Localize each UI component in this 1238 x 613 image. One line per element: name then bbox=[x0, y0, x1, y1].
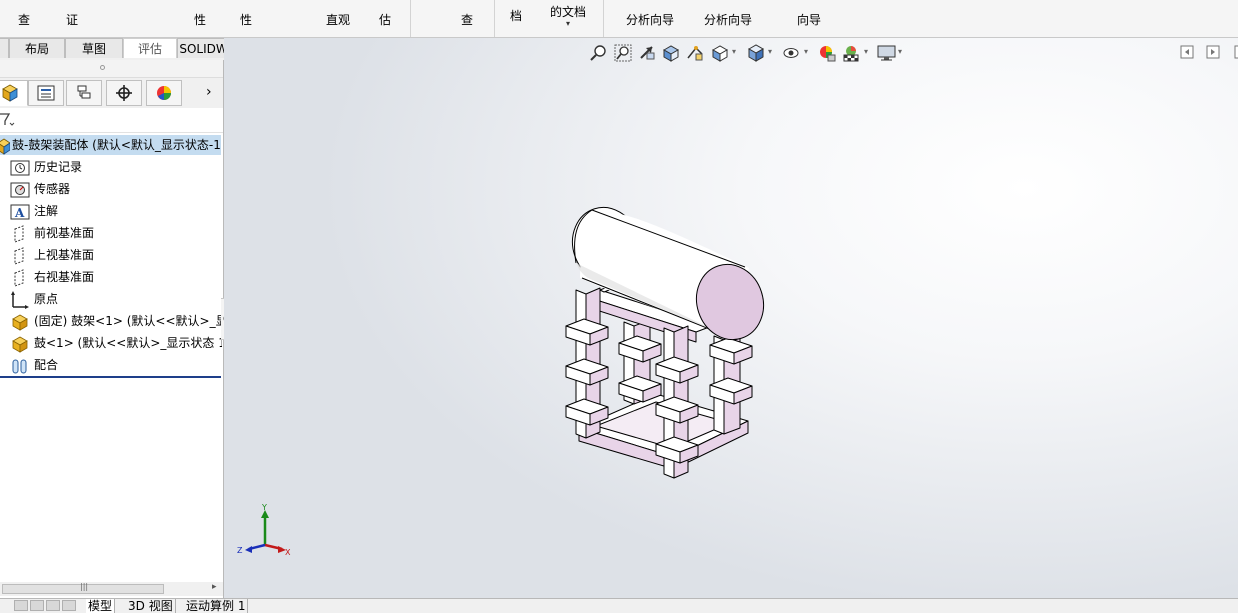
tree-item-label: 注解 bbox=[34, 204, 59, 218]
tree-root-assembly[interactable]: 鼓-鼓架装配体 (默认<默认_显示状态-1 bbox=[0, 135, 221, 155]
ribbon-button-1[interactable]: 查 bbox=[18, 0, 30, 28]
rollback-bar[interactable] bbox=[0, 376, 221, 378]
tree-item-top-plane[interactable]: 上视基准面 bbox=[10, 244, 222, 266]
filter-row bbox=[0, 108, 223, 133]
panel-grip[interactable] bbox=[0, 60, 223, 78]
3d-model-drum-stand[interactable] bbox=[224, 38, 1238, 600]
ribbon-button-12[interactable]: 向导 bbox=[797, 0, 821, 28]
plane-icon bbox=[14, 224, 24, 243]
tree-item-label: 传感器 bbox=[34, 182, 71, 196]
configuration-manager-tab[interactable] bbox=[66, 80, 102, 106]
tree-item-label: 右视基准面 bbox=[34, 270, 95, 284]
feature-tree: 鼓-鼓架装配体 (默认<默认_显示状态-1 历史记录 传感器 A 注解 前视基准… bbox=[0, 133, 223, 433]
tree-item-drum-stand[interactable]: (固定) 鼓架<1> (默认<<默认>_显示 bbox=[10, 310, 222, 332]
origin-icon bbox=[11, 290, 29, 309]
ribbon-separator bbox=[410, 0, 411, 37]
manager-tabs: › bbox=[0, 78, 223, 109]
tab-model[interactable]: 模型 bbox=[86, 599, 116, 613]
display-manager-icon bbox=[157, 86, 171, 100]
feature-manager-tab[interactable] bbox=[0, 80, 28, 106]
sensor-icon bbox=[10, 182, 30, 197]
tab-layout[interactable]: 布局 bbox=[9, 38, 65, 58]
ribbon-button-11[interactable]: 分析向导 bbox=[704, 0, 752, 28]
ribbon-button-9[interactable]: 的文档 bbox=[550, 0, 586, 20]
tree-item-drum[interactable]: 鼓<1> (默认<<默认>_显示状态 1> bbox=[10, 332, 222, 354]
assembly-icon bbox=[2, 84, 18, 102]
triad-y-label: Y bbox=[261, 503, 267, 512]
annotation-icon: A bbox=[10, 204, 30, 220]
tree-item-label: (固定) 鼓架<1> (默认<<默认>_显示 bbox=[34, 314, 222, 328]
tree-item-label: 原点 bbox=[34, 292, 59, 306]
scrollbar-grip: ||| bbox=[80, 582, 89, 591]
svg-text:A: A bbox=[14, 206, 25, 220]
next-tab-icon[interactable] bbox=[46, 600, 60, 611]
tree-item-mates[interactable]: 配合 bbox=[10, 354, 222, 376]
plane-icon bbox=[14, 268, 24, 287]
chevron-right-icon[interactable]: › bbox=[206, 84, 212, 100]
graphics-area[interactable]: ▾ ▾ ▾ ▾ ▾ Y X Z bbox=[224, 38, 1238, 600]
tab-sketch[interactable]: 草图 bbox=[65, 38, 123, 58]
mates-icon bbox=[12, 359, 27, 373]
ribbon-button-7[interactable]: 查 bbox=[461, 0, 473, 28]
dimxpert-tab[interactable] bbox=[106, 80, 142, 106]
ribbon-button-8[interactable]: 档 bbox=[510, 0, 522, 24]
tab-evaluate[interactable]: 评估 bbox=[123, 38, 177, 58]
plane-icon bbox=[14, 246, 24, 265]
crosshair-icon bbox=[116, 85, 132, 101]
ribbon-button-3[interactable]: 性 bbox=[194, 0, 206, 28]
previous-tab-icon[interactable] bbox=[30, 600, 44, 611]
tree-item-front-plane[interactable]: 前视基准面 bbox=[10, 222, 222, 244]
filter-icon[interactable] bbox=[0, 112, 16, 128]
ribbon-button-5[interactable]: 直观 bbox=[326, 0, 350, 28]
ribbon-button-2[interactable]: 证 bbox=[66, 0, 78, 28]
tab-hidden[interactable] bbox=[0, 38, 9, 58]
tree-item-label: 鼓<1> (默认<<默认>_显示状态 1> bbox=[34, 336, 222, 350]
horizontal-scrollbar[interactable]: ||| ▸ bbox=[0, 582, 223, 596]
part-icon bbox=[12, 336, 28, 353]
ribbon-separator bbox=[603, 0, 604, 37]
configuration-icon bbox=[77, 85, 91, 99]
tree-item-label: 前视基准面 bbox=[34, 226, 95, 240]
last-tab-icon[interactable] bbox=[62, 600, 76, 611]
tree-item-label: 上视基准面 bbox=[34, 248, 95, 262]
tab-3d-view[interactable]: 3D 视图 bbox=[126, 599, 176, 613]
assembly-icon bbox=[0, 138, 10, 155]
tree-root-label: 鼓-鼓架装配体 (默认<默认_显示状态-1 bbox=[12, 138, 221, 152]
first-tab-icon[interactable] bbox=[14, 600, 28, 611]
tree-item-sensors[interactable]: 传感器 bbox=[10, 178, 222, 200]
tree-item-label: 历史记录 bbox=[34, 160, 83, 174]
tree-item-label: 配合 bbox=[34, 358, 59, 372]
property-list-icon bbox=[37, 85, 55, 101]
part-icon bbox=[12, 314, 28, 331]
ribbon-separator bbox=[494, 0, 495, 37]
tab-motion-study-1[interactable]: 运动算例 1 bbox=[184, 599, 249, 613]
tree-item-annotations[interactable]: A 注解 bbox=[10, 200, 222, 222]
tree-item-history[interactable]: 历史记录 bbox=[10, 156, 222, 178]
history-icon bbox=[10, 160, 30, 175]
coordinate-triad: Y X Z bbox=[237, 503, 291, 557]
display-manager-tab[interactable] bbox=[146, 80, 182, 106]
scroll-right-icon[interactable]: ▸ bbox=[212, 582, 217, 592]
chevron-down-icon[interactable]: ▾ bbox=[566, 19, 570, 28]
command-ribbon: 查 证 性 性 直观 估 查 档 的文档 ▾ 分析向导 分析向导 向导 bbox=[0, 0, 1238, 38]
ribbon-button-4[interactable]: 性 bbox=[240, 0, 252, 28]
tree-item-right-plane[interactable]: 右视基准面 bbox=[10, 266, 222, 288]
property-manager-tab[interactable] bbox=[28, 80, 64, 106]
feature-manager-panel: › 鼓-鼓架装配体 (默认<默认_显示状态-1 历史记录 传感器 A 注解 前视… bbox=[0, 60, 224, 600]
ribbon-button-10[interactable]: 分析向导 bbox=[626, 0, 674, 28]
triad-z-label: Z bbox=[237, 546, 243, 555]
triad-x-label: X bbox=[285, 548, 291, 557]
tree-item-origin[interactable]: 原点 bbox=[10, 288, 222, 310]
ribbon-button-6[interactable]: 估 bbox=[379, 0, 391, 28]
bottom-tab-bar: 模型 3D 视图 运动算例 1 bbox=[0, 598, 1238, 613]
